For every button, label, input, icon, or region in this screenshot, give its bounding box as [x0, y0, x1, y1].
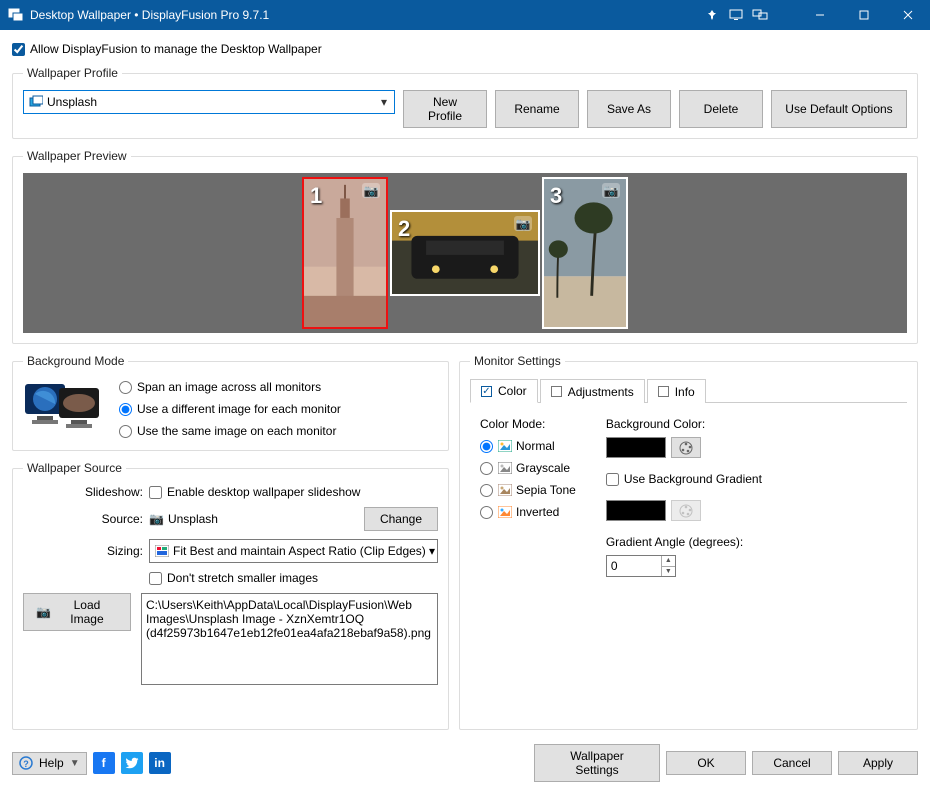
help-icon: ?	[19, 756, 33, 770]
use-default-button[interactable]: Use Default Options	[771, 90, 907, 128]
bg-color-picker-button[interactable]	[671, 437, 701, 458]
monitor-b-icon[interactable]	[748, 0, 772, 30]
bg-color-label: Background Color:	[606, 417, 897, 431]
monitor-number: 2	[398, 216, 410, 242]
tab-color[interactable]: ✓Color	[470, 379, 538, 403]
ok-button[interactable]: OK	[666, 751, 746, 775]
picture-icon	[498, 506, 512, 518]
sizing-label: Sizing:	[23, 544, 143, 558]
camera-icon: 📷	[514, 216, 532, 231]
preview-area: 1 📷 2 📷 3 📷	[23, 173, 907, 333]
picture-icon	[498, 484, 512, 496]
gradient-angle-label: Gradient Angle (degrees):	[606, 535, 897, 549]
monitor-1-preview[interactable]: 1 📷	[302, 177, 388, 329]
monitor-tabs: ✓Color Adjustments Info	[470, 378, 907, 403]
color-mode-label: Color Mode:	[480, 417, 576, 431]
change-source-button[interactable]: Change	[364, 507, 438, 531]
save-as-button[interactable]: Save As	[587, 90, 671, 128]
wallpaper-profile-group: Wallpaper Profile Unsplash ▾ New Profile…	[12, 66, 918, 139]
camera-icon: 📷	[362, 183, 380, 198]
bgmode-illustration	[23, 378, 101, 440]
sizing-combo[interactable]: Fit Best and maintain Aspect Ratio (Clip…	[149, 539, 438, 563]
camera-icon: 📷	[602, 183, 620, 198]
mode-span-radio[interactable]: Span an image across all monitors	[119, 380, 341, 394]
tab-info[interactable]: Info	[647, 379, 706, 403]
apply-button[interactable]: Apply	[838, 751, 918, 775]
profile-icon	[29, 95, 43, 109]
color-inverted-radio[interactable]: Inverted	[480, 505, 576, 519]
twitter-icon[interactable]	[121, 752, 143, 774]
monitor-settings-group: Monitor Settings ✓Color Adjustments Info…	[459, 354, 918, 730]
profile-combo[interactable]: Unsplash ▾	[23, 90, 395, 114]
camera-icon: 📷	[149, 512, 164, 526]
monitor-2-preview[interactable]: 2 📷	[390, 210, 540, 296]
monsettings-legend: Monitor Settings	[470, 354, 565, 368]
svg-text:?: ?	[23, 759, 29, 769]
pin-icon[interactable]	[700, 0, 724, 30]
monitor-number: 3	[550, 183, 562, 209]
picture-icon	[498, 440, 512, 452]
wallpaper-preview-group: Wallpaper Preview 1 📷 2 📷 3 📷	[12, 149, 918, 344]
chevron-down-icon: ▾	[376, 95, 392, 109]
minimize-button[interactable]	[798, 0, 842, 30]
camera-icon: 📷	[36, 605, 51, 619]
bgmode-legend: Background Mode	[23, 354, 128, 368]
dont-stretch-checkbox[interactable]: Don't stretch smaller images	[149, 571, 318, 585]
source-legend: Wallpaper Source	[23, 461, 126, 475]
wallpaper-settings-button[interactable]: Wallpaper Settings	[534, 744, 660, 782]
app-icon	[8, 7, 24, 23]
spin-down-icon[interactable]: ▼	[662, 567, 675, 577]
footer: ? Help ▼ f in Wallpaper Settings OK Canc…	[0, 738, 930, 794]
source-label: Source:	[23, 512, 143, 526]
image-path-field[interactable]: C:\Users\Keith\AppData\Local\DisplayFusi…	[141, 593, 438, 685]
chevron-down-icon: ▾	[429, 544, 435, 558]
chevron-down-icon: ▼	[70, 758, 80, 769]
cancel-button[interactable]: Cancel	[752, 751, 832, 775]
monitor-number: 1	[310, 183, 322, 209]
profile-legend: Wallpaper Profile	[23, 66, 122, 80]
close-button[interactable]	[886, 0, 930, 30]
new-profile-button[interactable]: New Profile	[403, 90, 487, 128]
spin-up-icon[interactable]: ▲	[662, 556, 675, 567]
gradient-color-swatch[interactable]	[606, 500, 666, 521]
mode-diff-radio[interactable]: Use a different image for each monitor	[119, 402, 341, 416]
gradient-color-picker-button[interactable]	[671, 500, 701, 521]
color-normal-radio[interactable]: Normal	[480, 439, 576, 453]
tab-adjustments[interactable]: Adjustments	[540, 379, 645, 403]
help-button[interactable]: ? Help ▼	[12, 752, 87, 775]
gradient-angle-input[interactable]: ▲▼	[606, 555, 676, 577]
rename-button[interactable]: Rename	[495, 90, 579, 128]
monitor-3-preview[interactable]: 3 📷	[542, 177, 628, 329]
use-gradient-checkbox[interactable]: Use Background Gradient	[606, 472, 762, 486]
window-title: Desktop Wallpaper • DisplayFusion Pro 9.…	[30, 8, 700, 22]
background-mode-group: Background Mode Span an image across all…	[12, 354, 449, 451]
slideshow-label: Slideshow:	[23, 485, 143, 499]
facebook-icon[interactable]: f	[93, 752, 115, 774]
title-bar: Desktop Wallpaper • DisplayFusion Pro 9.…	[0, 0, 930, 30]
load-image-button[interactable]: 📷 Load Image	[23, 593, 131, 631]
color-sepia-radio[interactable]: Sepia Tone	[480, 483, 576, 497]
maximize-button[interactable]	[842, 0, 886, 30]
source-value: Unsplash	[168, 512, 218, 526]
picture-icon	[498, 462, 512, 474]
color-grayscale-radio[interactable]: Grayscale	[480, 461, 576, 475]
mode-same-radio[interactable]: Use the same image on each monitor	[119, 424, 341, 438]
allow-manage-checkbox[interactable]: Allow DisplayFusion to manage the Deskto…	[12, 42, 918, 56]
wallpaper-source-group: Wallpaper Source Slideshow: Enable deskt…	[12, 461, 449, 730]
delete-button[interactable]: Delete	[679, 90, 763, 128]
preview-legend: Wallpaper Preview	[23, 149, 131, 163]
linkedin-icon[interactable]: in	[149, 752, 171, 774]
enable-slideshow-checkbox[interactable]: Enable desktop wallpaper slideshow	[149, 485, 360, 499]
monitor-a-icon[interactable]	[724, 0, 748, 30]
bg-color-swatch[interactable]	[606, 437, 666, 458]
sizing-icon	[155, 545, 169, 557]
